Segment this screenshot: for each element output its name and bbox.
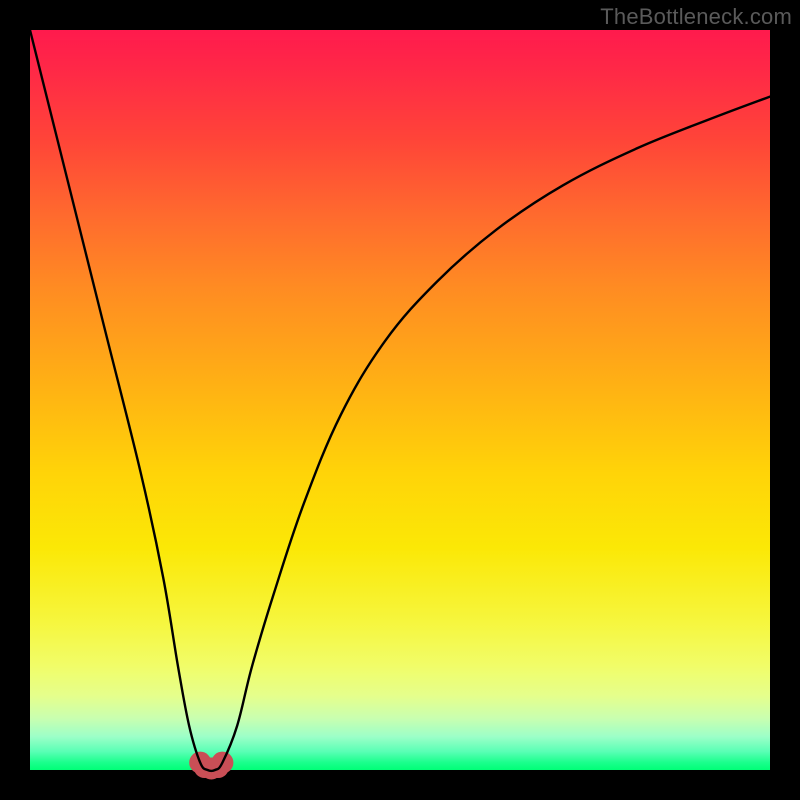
chart-frame: TheBottleneck.com [0, 0, 800, 800]
curve-svg [30, 30, 770, 770]
plot-area [30, 30, 770, 770]
bottleneck-curve [30, 30, 770, 771]
watermark-text: TheBottleneck.com [600, 4, 792, 30]
